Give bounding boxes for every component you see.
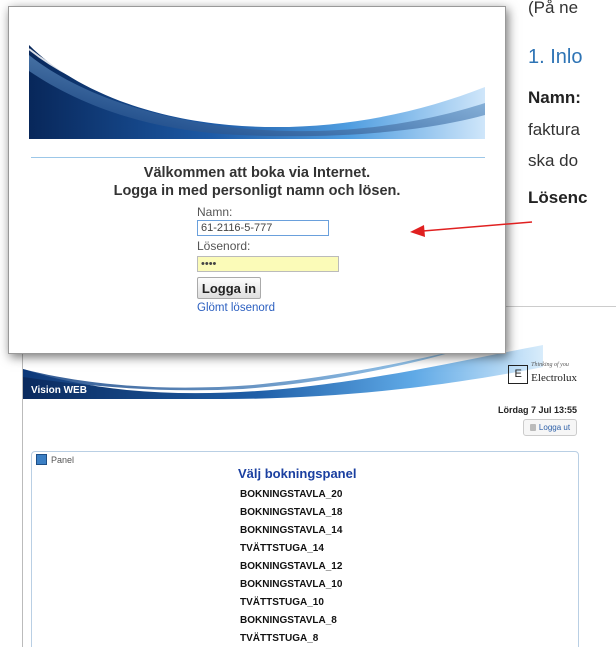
arrow-line <box>422 221 533 232</box>
annotation-arrow <box>410 221 533 237</box>
arrow-head-icon <box>410 225 425 237</box>
app-name-label: Vision WEB <box>31 385 87 396</box>
